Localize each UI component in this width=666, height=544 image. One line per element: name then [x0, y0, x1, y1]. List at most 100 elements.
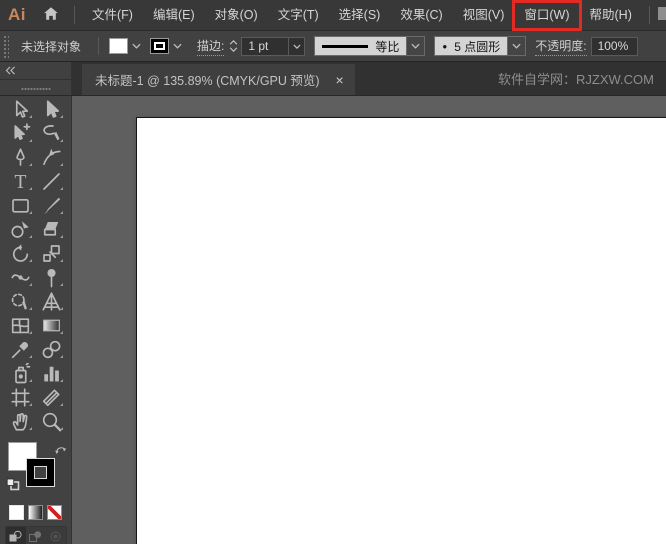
stroke-width-stepper[interactable]: [229, 40, 238, 52]
menu-effect[interactable]: 效果(C): [391, 3, 451, 28]
stroke-color-picker[interactable]: [150, 36, 185, 56]
stroke-profile-line: [322, 44, 369, 48]
toolbar-collapse-button[interactable]: [0, 62, 71, 80]
menu-object[interactable]: 对象(O): [206, 3, 267, 28]
toolbar-drag-handle[interactable]: [0, 80, 71, 95]
slice-tool[interactable]: [36, 385, 67, 409]
chevron-down-icon: [288, 37, 304, 55]
fill-swatch: [109, 38, 129, 54]
workspace-switcher[interactable]: [642, 6, 666, 24]
line-segment-tool[interactable]: [36, 169, 67, 193]
rectangle-tool[interactable]: [5, 193, 36, 217]
stroke-profile-dropdown[interactable]: 等比: [314, 36, 426, 56]
stroke-profile-value: 等比: [375, 39, 400, 54]
fill-type-buttons: [9, 505, 62, 520]
menu-file[interactable]: 文件(F): [83, 3, 142, 28]
stepper-up-icon: [230, 40, 238, 45]
selection-tool[interactable]: [5, 97, 36, 121]
default-fill-stroke-icon[interactable]: [6, 478, 20, 496]
zoom-tool[interactable]: [36, 409, 67, 433]
divider: [648, 6, 650, 24]
stroke-panel-link[interactable]: 描边:: [197, 37, 225, 56]
menu-bar: Ai 文件(F) 编辑(E) 对象(O) 文字(T) 选择(S) 效果(C) 视…: [0, 0, 666, 31]
fill-color-picker[interactable]: [109, 36, 144, 56]
type-tool[interactable]: T: [5, 169, 36, 193]
stroke-width-input[interactable]: 1 pt: [241, 36, 306, 56]
stroke-swatch: [150, 38, 170, 54]
direct-selection-tool[interactable]: [36, 97, 67, 121]
chevron-down-icon: [507, 36, 527, 56]
shape-builder-tool[interactable]: [5, 217, 36, 241]
hand-tool[interactable]: [5, 409, 36, 433]
draw-normal-button[interactable]: [5, 527, 26, 544]
menu-select[interactable]: 选择(S): [330, 3, 390, 28]
perspective-grid-tool[interactable]: [36, 289, 67, 313]
menu-view[interactable]: 视图(V): [454, 3, 514, 28]
draw-normal-icon: [9, 530, 22, 542]
artboard-tool[interactable]: [5, 385, 36, 409]
menu-help[interactable]: 帮助(H): [581, 3, 641, 28]
panel-drag-handle[interactable]: [2, 34, 9, 58]
draw-behind-icon: [29, 531, 42, 542]
fill-stroke-controls: [5, 442, 67, 498]
brush-value: 5 点圆形: [454, 39, 501, 54]
menu-edit[interactable]: 编辑(E): [144, 3, 204, 28]
workspace-layout-icon: [657, 6, 666, 24]
chevron-down-icon: [169, 37, 185, 55]
artboard[interactable]: [136, 117, 666, 544]
close-tab-icon[interactable]: ×: [336, 73, 344, 87]
color-fill-button[interactable]: [9, 505, 24, 520]
main-area: T: [0, 96, 666, 544]
double-chevron-left-icon: [5, 66, 15, 75]
eyedropper-tool[interactable]: [5, 337, 36, 361]
symbol-sprayer-tool[interactable]: [5, 361, 36, 385]
toolbar-panel-header: [0, 62, 72, 95]
document-tab-title: 未标题-1 @ 135.89% (CMYK/GPU 预览): [95, 74, 320, 88]
scale-tool[interactable]: [36, 241, 67, 265]
divider: [74, 6, 75, 24]
chevron-down-icon: [406, 36, 426, 56]
selection-status: 未选择对象: [21, 39, 82, 54]
width-tool[interactable]: [5, 265, 36, 289]
perspective-selection-tool[interactable]: [5, 289, 36, 313]
stroke-width-value: 1 pt: [248, 39, 269, 53]
column-graph-tool[interactable]: [36, 361, 67, 385]
lasso-tool[interactable]: [36, 121, 67, 145]
blend-tool[interactable]: [36, 337, 67, 361]
home-button[interactable]: [35, 0, 67, 30]
draw-inside-icon: [50, 531, 61, 542]
curvature-tool[interactable]: [36, 145, 67, 169]
document-tab[interactable]: 未标题-1 @ 135.89% (CMYK/GPU 预览) ×: [82, 64, 355, 95]
brush-definition-dropdown[interactable]: ● 5 点圆形: [434, 36, 527, 56]
menu-window[interactable]: 窗口(W): [512, 0, 582, 31]
paintbrush-tool[interactable]: [36, 193, 67, 217]
brush-preview: ● 5 点圆形: [434, 36, 508, 56]
opacity-panel-link[interactable]: 不透明度:: [535, 37, 587, 56]
control-bar: 未选择对象 描边: 1 pt 等比 ● 5 点圆形 不透明度: 100%: [0, 31, 666, 62]
gradient-tool[interactable]: [36, 313, 67, 337]
pen-tool[interactable]: [5, 145, 36, 169]
home-icon: [43, 6, 59, 24]
group-selection-tool[interactable]: [5, 121, 36, 145]
swap-fill-stroke-icon[interactable]: [54, 442, 67, 460]
illustrator-app: Ai 文件(F) 编辑(E) 对象(O) 文字(T) 选择(S) 效果(C) 视…: [0, 0, 666, 544]
rotate-tool[interactable]: [5, 241, 36, 265]
draw-behind-button[interactable]: [26, 527, 46, 544]
mesh-tool[interactable]: [5, 313, 36, 337]
gradient-fill-button[interactable]: [28, 505, 43, 520]
app-logo: Ai: [8, 5, 26, 24]
tabs-area: 未标题-1 @ 135.89% (CMYK/GPU 预览) × 软件自学网：RJ…: [72, 62, 666, 95]
draw-inside-button[interactable]: [46, 527, 66, 544]
drawing-mode-buttons: [4, 526, 67, 544]
opacity-input[interactable]: 100%: [590, 36, 638, 56]
tools-panel: T: [0, 96, 72, 544]
puppet-warp-tool[interactable]: [36, 265, 67, 289]
canvas-pasteboard: [72, 96, 666, 544]
document-tab-bar: 未标题-1 @ 135.89% (CMYK/GPU 预览) × 软件自学网：RJ…: [0, 62, 666, 96]
menu-type[interactable]: 文字(T): [269, 3, 328, 28]
eraser-tool[interactable]: [36, 217, 67, 241]
none-fill-button[interactable]: [47, 505, 62, 520]
opacity-value: 100%: [597, 39, 629, 53]
stroke-color-proxy[interactable]: [25, 458, 55, 487]
brush-dot-icon: ●: [442, 41, 448, 51]
